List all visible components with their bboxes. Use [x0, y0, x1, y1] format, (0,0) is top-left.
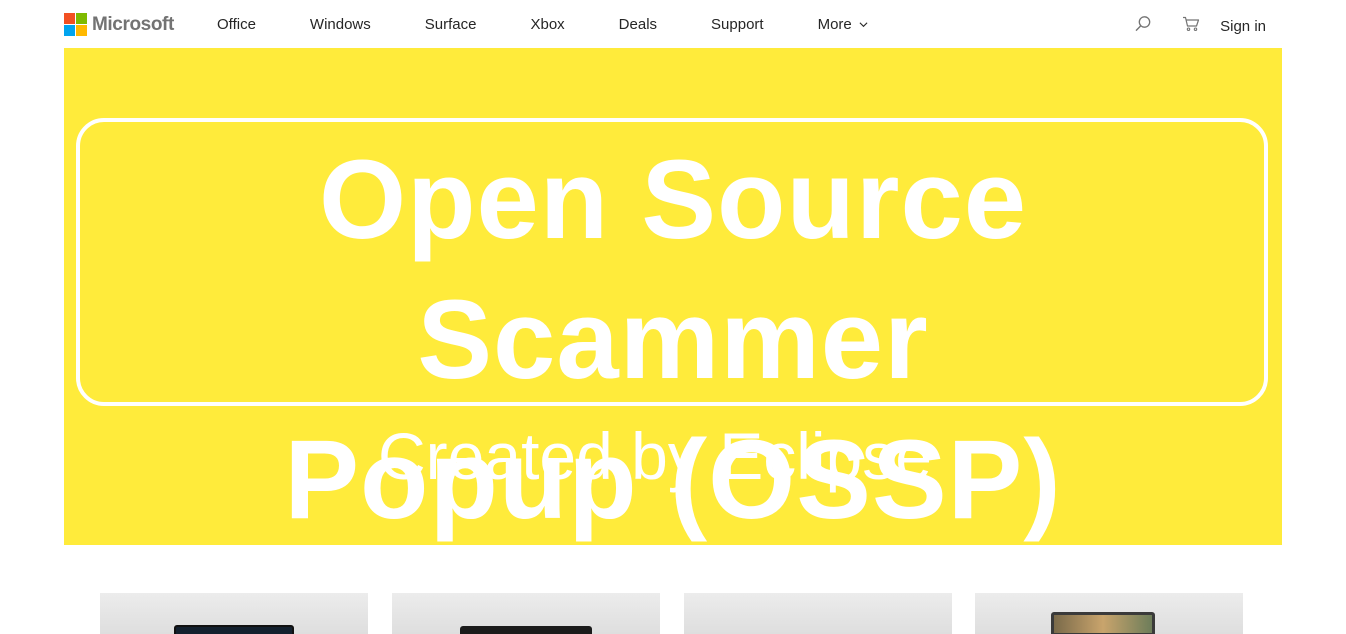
hero-banner: Open Source Scammer Popup (OSSP) Created…: [64, 48, 1282, 545]
product-cards: [0, 593, 1346, 634]
monitor-screen: [1054, 615, 1152, 633]
monitor-image: [1051, 612, 1155, 634]
nav-item-label: Xbox: [530, 15, 565, 33]
product-card-laptop[interactable]: [100, 593, 368, 634]
nav-item-label: Office: [217, 15, 256, 33]
logo-text: Microsoft: [92, 13, 174, 35]
nav-item-more[interactable]: More: [791, 0, 895, 48]
hero-title-line1: Open Source Scammer: [318, 137, 1028, 402]
nav-item-windows[interactable]: Windows: [283, 0, 398, 48]
header-actions: Sign in: [1112, 0, 1266, 48]
nav-item-office[interactable]: Office: [190, 0, 283, 48]
product-card-tablet[interactable]: [392, 593, 660, 634]
nav-item-surface[interactable]: Surface: [398, 0, 504, 48]
microsoft-logo[interactable]: Microsoft: [64, 13, 174, 36]
nav-item-label: Deals: [618, 15, 658, 33]
cart-icon: [1183, 16, 1200, 31]
microsoft-logo-icon: [64, 13, 87, 36]
main-nav: Office Windows Surface Xbox Deals Suppor…: [190, 0, 895, 48]
product-card-monitor[interactable]: [975, 593, 1243, 634]
cart-button[interactable]: [1174, 7, 1208, 41]
nav-item-xbox[interactable]: Xbox: [503, 0, 591, 48]
search-icon: [1135, 16, 1151, 32]
sign-in-link[interactable]: Sign in: [1220, 18, 1266, 35]
nav-item-label: Windows: [309, 15, 371, 33]
nav-item-label: Support: [711, 15, 764, 33]
nav-item-label: More: [817, 15, 852, 33]
chevron-down-icon: [859, 21, 868, 27]
search-button[interactable]: [1126, 7, 1160, 41]
nav-item-support[interactable]: Support: [684, 0, 791, 48]
hero-subtitle: Created by Eclipse: [378, 419, 932, 493]
laptop-image: [174, 625, 294, 634]
product-card-blank[interactable]: [684, 593, 952, 634]
nav-item-label: Surface: [424, 15, 477, 33]
site-header: Microsoft Office Windows Surface Xbox De…: [0, 0, 1346, 48]
nav-item-deals[interactable]: Deals: [592, 0, 684, 48]
tablet-image: [460, 626, 592, 634]
